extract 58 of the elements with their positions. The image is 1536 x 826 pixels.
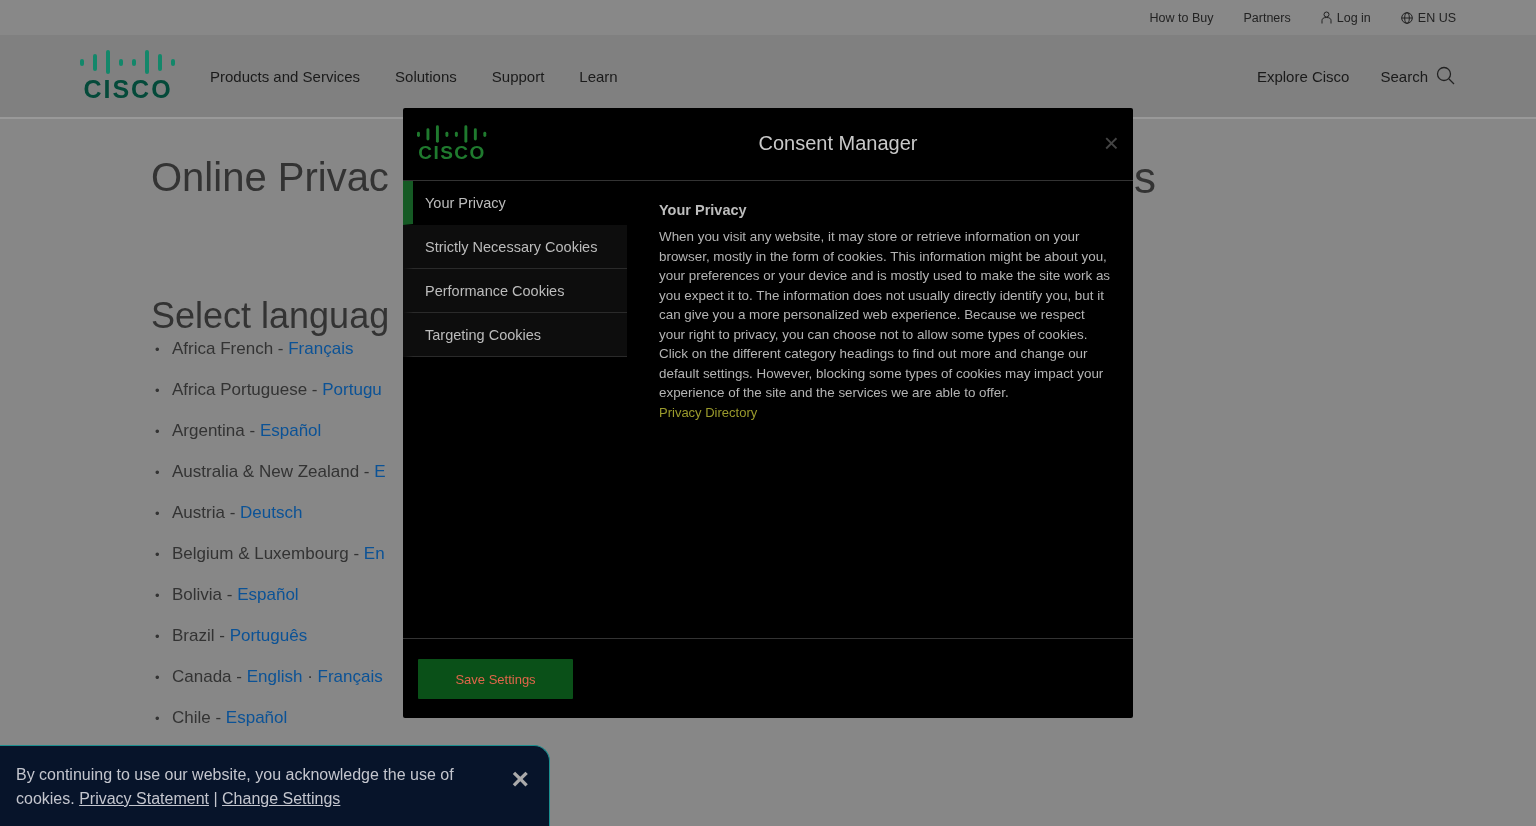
nav-link[interactable]: Products and Services: [210, 67, 361, 85]
language-link[interactable]: En: [363, 544, 385, 563]
search-button[interactable]: Search: [1380, 66, 1456, 86]
globe-icon: [1400, 11, 1413, 24]
page-title: Online Privac: [151, 154, 389, 201]
list-bullet: •: [155, 382, 161, 400]
privacy-directory-link[interactable]: Privacy Directory: [659, 404, 758, 420]
list-bullet: •: [155, 505, 161, 523]
country-name: Africa Portuguese -: [172, 380, 318, 399]
cookie-link[interactable]: Change Settings: [222, 790, 341, 807]
category-tab[interactable]: Targeting Cookies: [403, 313, 627, 357]
language-link[interactable]: English: [246, 667, 303, 686]
utility-link[interactable]: Partners: [1243, 10, 1291, 25]
country-name: Canada -: [172, 667, 242, 686]
language-link[interactable]: Français: [317, 667, 383, 686]
cookie-link[interactable]: Privacy Statement: [79, 790, 209, 807]
country-name: Chile -: [172, 708, 222, 727]
section-heading: Your Privacy: [659, 202, 748, 218]
logo-bars-icon: [417, 125, 487, 143]
privacy-description: When you visit any website, it may store or retrieve information on your browser, mostly in the form of cookies. This information might be about you, your preferences or your device and is mostly used to make the site work as you expect it to. The information does not usually directly identify you, but it can give you a more personalized web experience. Because we respect your right to privacy, you can choose not to allow some types of cookies. Click on the different category headings to find out more and change our default settings. However, blocking some types of cookies may impact your experience of the site and the services we are able to offer.: [659, 228, 1112, 402]
country-name: Argentina -: [172, 421, 256, 440]
language-link[interactable]: Français: [288, 339, 354, 358]
cookie-notice: By continuing to use our website, you acknowledge the use of cookies. Privacy Statement | Change Settings: [16, 765, 455, 809]
person-icon: [1320, 11, 1332, 24]
list-bullet: •: [155, 546, 161, 564]
logo-bars-icon: [80, 50, 176, 74]
language-link[interactable]: Portugu: [322, 380, 382, 399]
search-icon: [1436, 66, 1456, 86]
country-name: Australia & New Zealand -: [172, 462, 370, 481]
explore-link[interactable]: Explore Cisco: [1256, 67, 1350, 85]
list-bullet: •: [155, 464, 161, 482]
close-button[interactable]: ×: [511, 765, 529, 793]
logo-text: CISCO: [83, 76, 173, 102]
country-name: Bolivia -: [172, 585, 233, 604]
save-settings-button[interactable]: Save Settings: [418, 659, 573, 699]
dialog-title: Consent Manager: [758, 132, 918, 154]
list-bullet: •: [155, 628, 161, 646]
list-bullet: •: [155, 341, 161, 359]
country-name: Austria -: [172, 503, 236, 522]
nav-link[interactable]: Learn: [579, 67, 618, 85]
list-bullet: •: [155, 423, 161, 441]
category-tab[interactable]: Strictly Necessary Cookies: [403, 225, 627, 269]
nav-link[interactable]: Solutions: [395, 67, 457, 85]
utility-link[interactable]: Log in: [1320, 10, 1371, 25]
country-name: Africa French -: [172, 339, 284, 358]
list-bullet: •: [155, 710, 161, 728]
category-tab[interactable]: Performance Cookies: [403, 269, 627, 313]
utility-link[interactable]: EN US: [1400, 10, 1456, 25]
page-title-fragment: s: [1134, 153, 1156, 203]
utility-link[interactable]: How to Buy: [1149, 10, 1214, 25]
list-bullet: •: [155, 587, 161, 605]
country-name: Brazil -: [172, 626, 225, 645]
logo-text: CISCO: [418, 143, 486, 163]
link-separator: ·: [307, 667, 313, 686]
country-name: Belgium & Luxembourg -: [172, 544, 360, 563]
list-bullet: •: [155, 669, 161, 687]
nav-link[interactable]: Support: [491, 67, 545, 85]
section-heading: Select languag: [151, 294, 390, 338]
